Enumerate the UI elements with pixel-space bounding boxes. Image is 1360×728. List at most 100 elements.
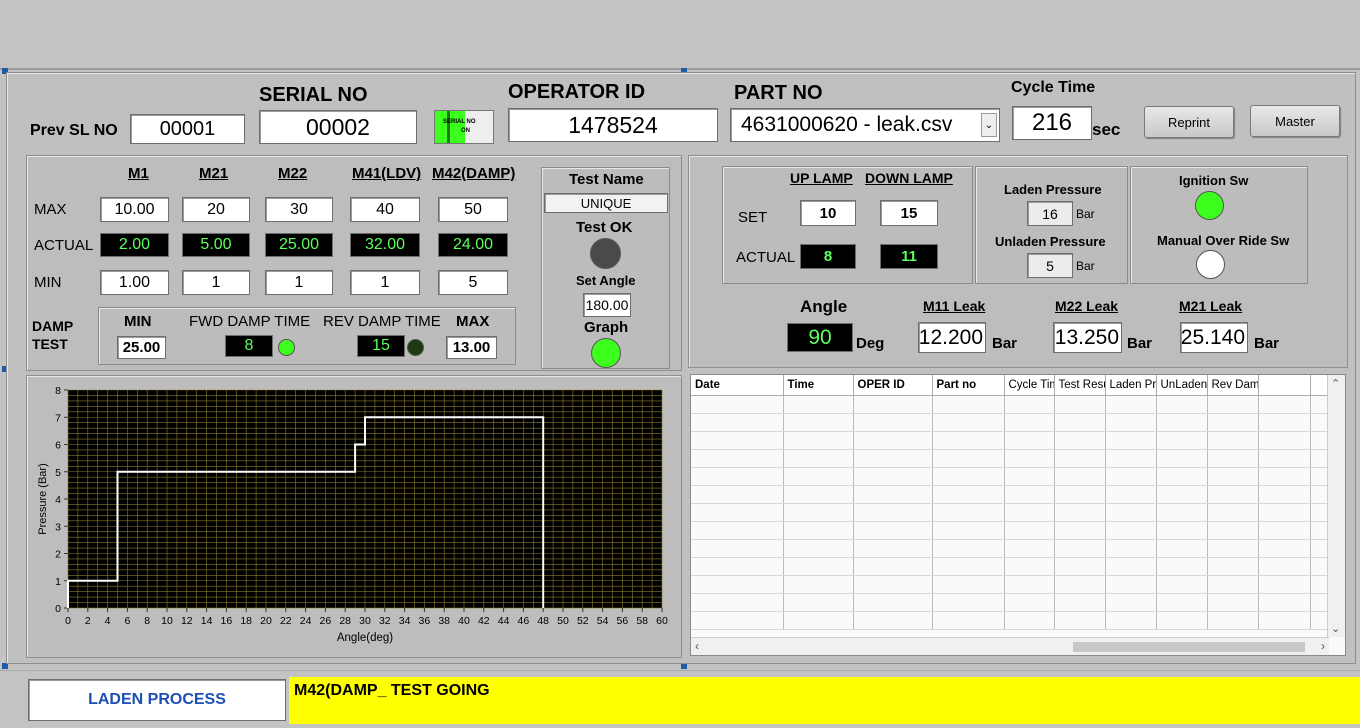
table-cell[interactable] [1156, 521, 1208, 540]
table-cell[interactable] [783, 593, 854, 612]
table-cell[interactable] [1310, 485, 1328, 504]
table-cell[interactable] [1310, 431, 1328, 450]
table-row[interactable] [691, 503, 1328, 522]
table-cell[interactable] [1156, 449, 1208, 468]
col-rev-damp[interactable]: Rev Damp [1207, 375, 1259, 396]
table-row[interactable] [691, 449, 1328, 468]
table-cell[interactable] [1310, 575, 1328, 594]
table-cell[interactable] [1004, 413, 1055, 432]
table-cell[interactable] [1156, 485, 1208, 504]
table-cell[interactable] [1105, 521, 1157, 540]
vertical-scrollbar[interactable]: ⌃ ⌄ [1327, 375, 1345, 637]
col-test-result[interactable]: Test Result [1054, 375, 1106, 396]
col-extra-1[interactable] [1258, 375, 1311, 396]
chevron-down-icon[interactable]: ⌄ [981, 113, 997, 137]
table-cell[interactable] [1258, 575, 1311, 594]
table-cell[interactable] [1156, 593, 1208, 612]
table-cell[interactable] [1207, 467, 1259, 486]
table-cell[interactable] [1004, 539, 1055, 558]
table-cell[interactable] [691, 557, 784, 576]
log-table-container[interactable]: Date Time OPER ID Part no Cycle Time Tes… [690, 374, 1346, 656]
table-row[interactable] [691, 413, 1328, 432]
table-cell[interactable] [1004, 431, 1055, 450]
table-cell[interactable] [691, 485, 784, 504]
table-cell[interactable] [853, 503, 933, 522]
table-cell[interactable] [1004, 503, 1055, 522]
table-row[interactable] [691, 467, 1328, 486]
table-cell[interactable] [1258, 413, 1311, 432]
table-cell[interactable] [932, 539, 1005, 558]
table-cell[interactable] [853, 557, 933, 576]
table-cell[interactable] [1207, 557, 1259, 576]
table-cell[interactable] [1258, 593, 1311, 612]
col-time[interactable]: Time [783, 375, 854, 396]
table-cell[interactable] [783, 503, 854, 522]
table-cell[interactable] [932, 431, 1005, 450]
table-cell[interactable] [691, 539, 784, 558]
table-row[interactable] [691, 431, 1328, 450]
table-cell[interactable] [1207, 575, 1259, 594]
table-cell[interactable] [1004, 485, 1055, 504]
scroll-down-icon[interactable]: ⌄ [1331, 622, 1340, 635]
table-cell[interactable] [691, 467, 784, 486]
table-cell[interactable] [1105, 557, 1157, 576]
max-m21[interactable]: 20 [182, 197, 250, 222]
min-m41[interactable]: 1 [350, 270, 420, 295]
table-cell[interactable] [783, 575, 854, 594]
serial-no-indicator[interactable]: SERIAL NO ON [434, 110, 494, 144]
table-cell[interactable] [1258, 395, 1311, 414]
table-cell[interactable] [1156, 395, 1208, 414]
table-cell[interactable] [1156, 539, 1208, 558]
table-cell[interactable] [932, 557, 1005, 576]
table-cell[interactable] [691, 395, 784, 414]
table-cell[interactable] [1207, 395, 1259, 414]
table-cell[interactable] [1054, 485, 1106, 504]
log-table[interactable]: Date Time OPER ID Part no Cycle Time Tes… [691, 375, 1328, 630]
table-cell[interactable] [1105, 485, 1157, 504]
table-cell[interactable] [783, 485, 854, 504]
reprint-button[interactable]: Reprint [1144, 106, 1234, 138]
col-unladen-pressure[interactable]: UnLaden Pressure [1156, 375, 1208, 396]
table-cell[interactable] [1258, 449, 1311, 468]
table-cell[interactable] [1207, 449, 1259, 468]
table-cell[interactable] [1054, 503, 1106, 522]
table-cell[interactable] [932, 503, 1005, 522]
table-cell[interactable] [1310, 557, 1328, 576]
table-cell[interactable] [853, 395, 933, 414]
table-cell[interactable] [1156, 575, 1208, 594]
table-cell[interactable] [853, 431, 933, 450]
cycle-time-field[interactable]: 216 [1012, 106, 1092, 140]
table-cell[interactable] [932, 467, 1005, 486]
table-cell[interactable] [1105, 431, 1157, 450]
unladen-pressure-field[interactable]: 5 [1027, 253, 1073, 278]
table-cell[interactable] [853, 539, 933, 558]
table-cell[interactable] [1310, 413, 1328, 432]
table-cell[interactable] [932, 593, 1005, 612]
col-extra-2[interactable] [1310, 375, 1328, 396]
m22-leak-field[interactable]: 13.250 [1053, 322, 1122, 353]
table-cell[interactable] [1207, 611, 1259, 630]
table-row[interactable] [691, 593, 1328, 612]
table-cell[interactable] [1310, 503, 1328, 522]
table-cell[interactable] [1105, 611, 1157, 630]
table-cell[interactable] [1156, 431, 1208, 450]
table-cell[interactable] [853, 575, 933, 594]
table-cell[interactable] [691, 611, 784, 630]
m21-leak-field[interactable]: 25.140 [1180, 322, 1248, 353]
table-cell[interactable] [1156, 557, 1208, 576]
serial-no-field[interactable]: 00002 [259, 110, 417, 144]
table-cell[interactable] [691, 575, 784, 594]
table-cell[interactable] [1054, 467, 1106, 486]
min-m22[interactable]: 1 [265, 270, 333, 295]
table-cell[interactable] [691, 503, 784, 522]
table-cell[interactable] [932, 485, 1005, 504]
table-cell[interactable] [1105, 503, 1157, 522]
table-cell[interactable] [1105, 395, 1157, 414]
table-cell[interactable] [1207, 431, 1259, 450]
table-cell[interactable] [1105, 575, 1157, 594]
table-cell[interactable] [1004, 521, 1055, 540]
col-laden-pressure[interactable]: Laden Pressure [1105, 375, 1157, 396]
m11-leak-field[interactable]: 12.200 [918, 322, 986, 353]
min-m1[interactable]: 1.00 [100, 270, 169, 295]
table-cell[interactable] [691, 593, 784, 612]
